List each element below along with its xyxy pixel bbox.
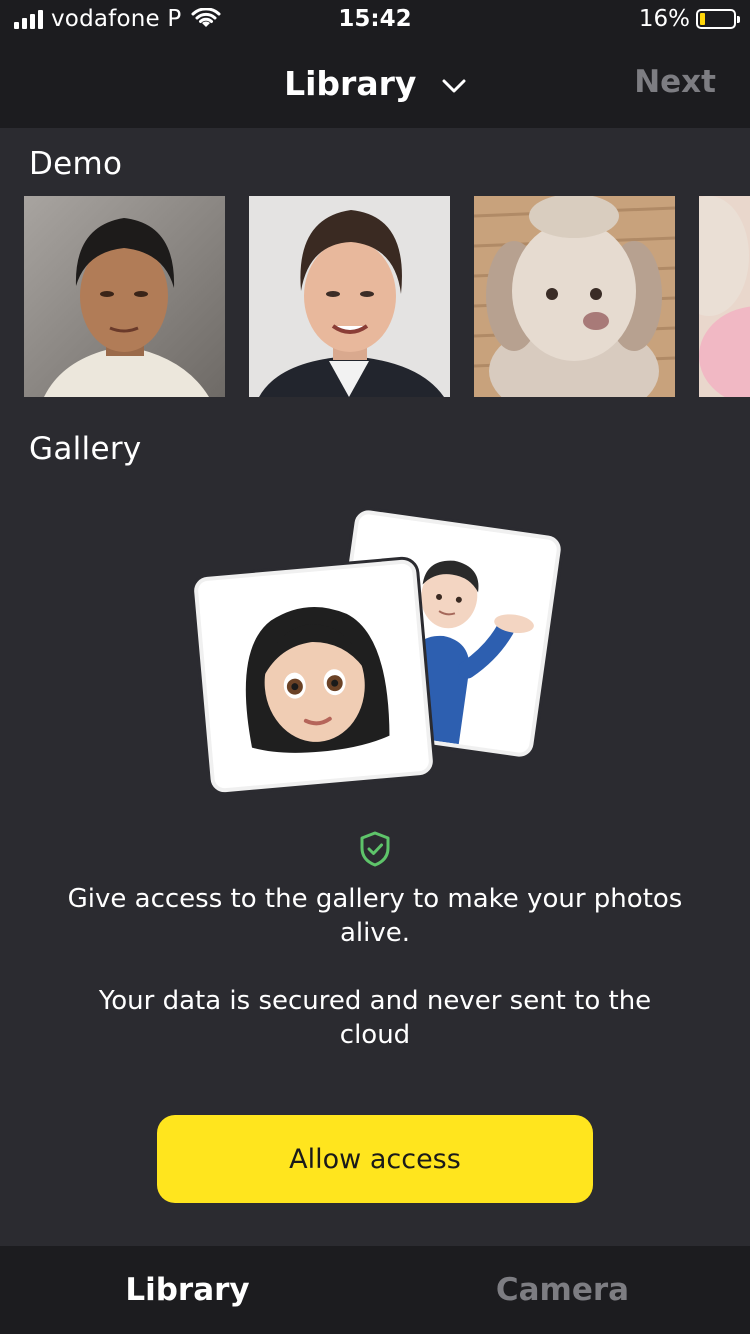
status-right: 16% — [638, 6, 740, 32]
front-photo-card — [193, 558, 434, 794]
shield-check-icon — [360, 831, 390, 867]
status-time: 15:42 — [338, 6, 412, 32]
demo-photo-2[interactable] — [249, 196, 450, 397]
next-button[interactable]: Next — [634, 64, 716, 100]
battery-level — [700, 13, 705, 25]
privacy-message: Your data is secured and never sent to t… — [98, 986, 652, 1050]
battery-icon — [696, 9, 740, 29]
gallery-section-title: Gallery — [29, 431, 142, 467]
woman-face-icon — [245, 606, 390, 753]
allow-access-button[interactable]: Allow access — [157, 1115, 593, 1203]
status-bar: vodafone P 15:42 16% — [0, 0, 750, 42]
gallery-illustration — [180, 500, 570, 810]
chevron-down-icon — [442, 79, 466, 92]
demo-photo-1[interactable] — [24, 196, 225, 397]
demo-photo-row[interactable] — [24, 196, 750, 397]
battery-percent: 16% — [638, 6, 690, 32]
bottom-tab-bar: Library Camera — [0, 1246, 750, 1334]
tab-library[interactable]: Library — [0, 1272, 375, 1308]
demo-photo-3[interactable] — [474, 196, 675, 397]
header: Library Next — [0, 42, 750, 128]
header-title: Library — [284, 64, 417, 103]
demo-photo-4[interactable] — [699, 196, 750, 397]
tab-camera[interactable]: Camera — [375, 1272, 750, 1308]
gallery-permission-message: Give access to the gallery to make your … — [67, 884, 683, 948]
demo-section-title: Demo — [29, 146, 123, 182]
